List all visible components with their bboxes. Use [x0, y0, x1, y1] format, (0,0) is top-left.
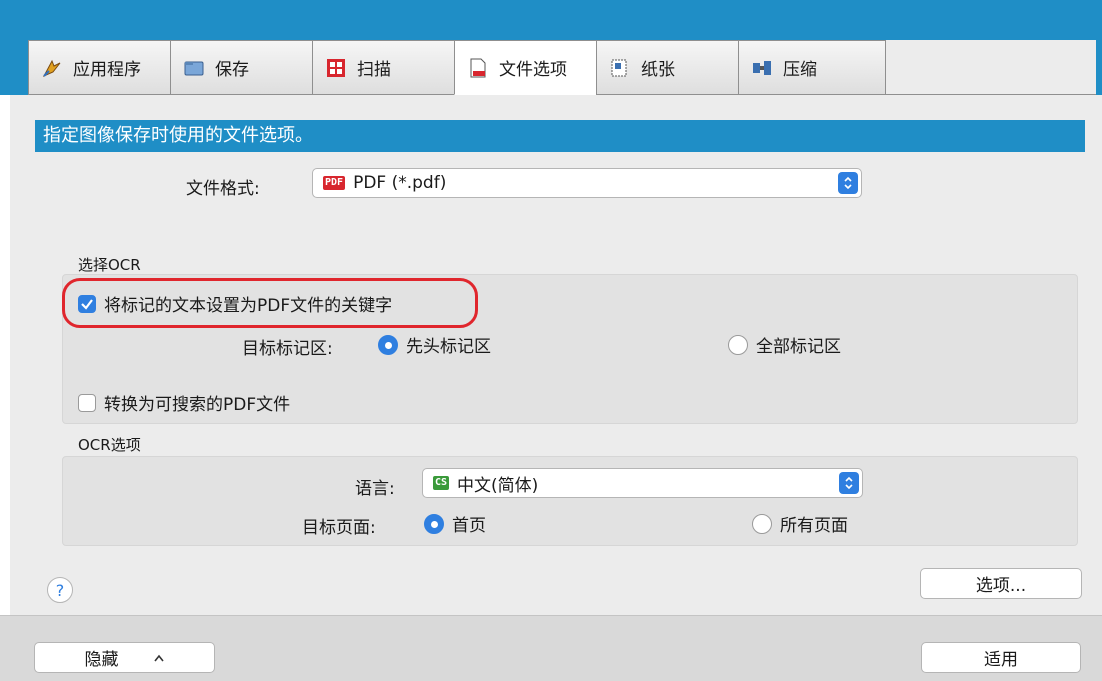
radio-first-page-button[interactable]: [424, 513, 444, 534]
file-format-label: 文件格式:: [186, 179, 260, 199]
hide-button[interactable]: 隐藏: [34, 642, 215, 673]
pdf-badge-icon: PDF: [323, 176, 346, 190]
tab-save[interactable]: 保存: [170, 40, 313, 95]
file-format-value: PDF (*.pdf): [353, 173, 447, 193]
radio-first-area-button[interactable]: [378, 334, 398, 355]
file-format-popup[interactable]: PDF PDF (*.pdf): [312, 168, 862, 198]
file-icon: [467, 57, 489, 79]
searchable-pdf-row[interactable]: 转换为可搜索的PDF文件: [78, 390, 290, 415]
apply-button[interactable]: 适用: [921, 642, 1081, 673]
ocr-options-label: OCR选项: [78, 436, 141, 454]
radio-first-area[interactable]: 先头标记区: [378, 332, 491, 357]
pen-icon: [41, 57, 63, 79]
chevron-up-icon: [153, 654, 165, 662]
help-button[interactable]: ?: [47, 577, 73, 603]
target-area-label: 目标标记区:: [242, 339, 333, 359]
tab-scan[interactable]: 扫描: [312, 40, 455, 95]
highlight-annotation: [62, 278, 478, 328]
paper-icon: [609, 57, 631, 79]
tab-file-options[interactable]: 文件选项: [454, 40, 597, 95]
radio-all-areas-button[interactable]: [728, 334, 748, 355]
tab-application[interactable]: 应用程序: [28, 40, 171, 95]
options-button[interactable]: 选项...: [920, 568, 1082, 599]
section-heading: 指定图像保存时使用的文件选项。: [35, 120, 1085, 152]
language-badge-icon: CS: [433, 476, 450, 490]
radio-first-page[interactable]: 首页: [424, 511, 486, 536]
searchable-pdf-checkbox[interactable]: [78, 393, 96, 412]
ocr-select-label: 选择OCR: [78, 256, 141, 274]
tab-paper[interactable]: 纸张: [596, 40, 739, 95]
chevron-updown-icon: [839, 472, 859, 494]
language-value: 中文(简体): [457, 475, 539, 496]
radio-all-pages-button[interactable]: [752, 513, 772, 534]
tab-compress[interactable]: 压缩: [738, 40, 886, 95]
chevron-updown-icon: [838, 172, 858, 194]
scan-icon: [325, 57, 347, 79]
language-popup[interactable]: CS 中文(简体): [422, 468, 863, 498]
target-pages-label: 目标页面:: [302, 518, 376, 538]
radio-all-pages[interactable]: 所有页面: [752, 511, 848, 536]
language-label: 语言:: [355, 479, 395, 499]
tab-bar: 应用程序 保存 扫描 文件选项 纸张 压缩: [28, 40, 1096, 96]
folder-icon: [183, 57, 205, 79]
radio-all-areas[interactable]: 全部标记区: [728, 332, 841, 357]
compress-icon: [751, 57, 773, 79]
